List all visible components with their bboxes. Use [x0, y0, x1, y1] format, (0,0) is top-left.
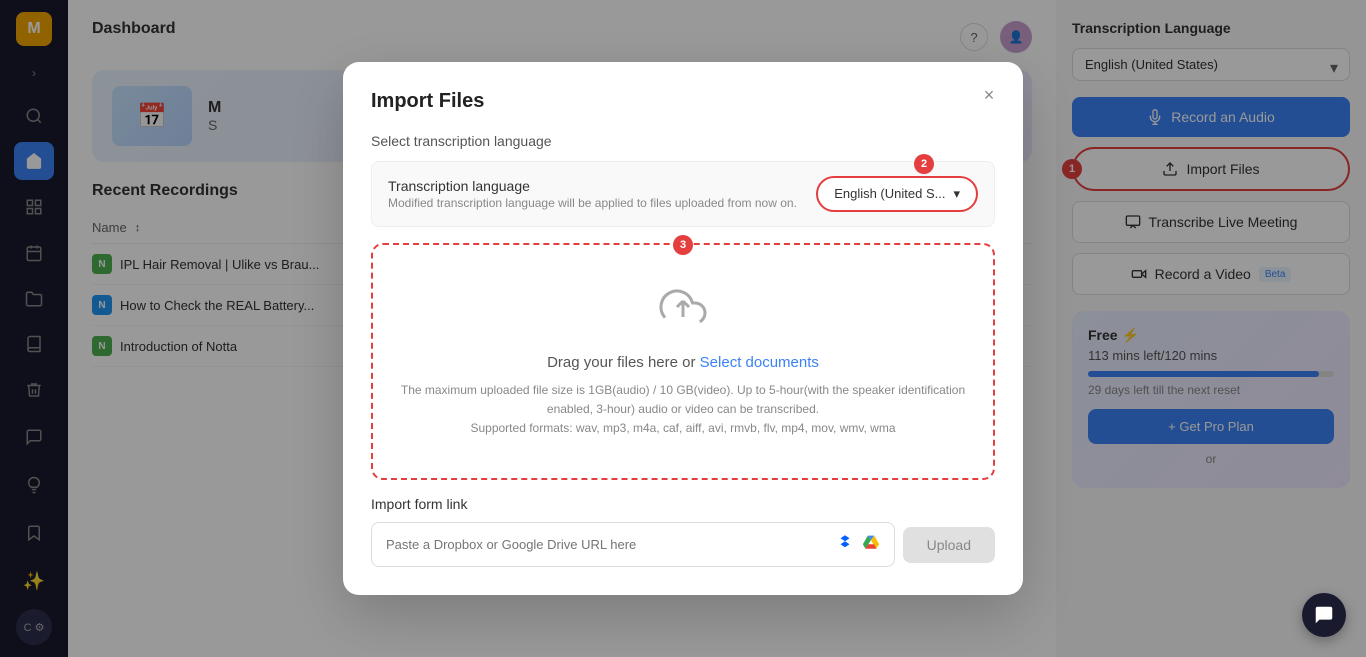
- chat-icon: [1313, 604, 1335, 626]
- chevron-down-icon: ▾: [953, 186, 960, 202]
- import-input-wrapper: [371, 522, 895, 567]
- lang-row: Transcription language Modified transcri…: [371, 161, 995, 227]
- lang-row-sub: Modified transcription language will be …: [388, 196, 797, 210]
- upload-info: The maximum uploaded file size is 1GB(au…: [393, 381, 973, 439]
- upload-text: Drag your files here or Select documents: [393, 354, 973, 371]
- modal-close-button[interactable]: ×: [975, 82, 1003, 110]
- chat-button[interactable]: [1302, 593, 1346, 637]
- upload-button[interactable]: Upload: [903, 527, 995, 563]
- cloud-upload-icon: [393, 285, 973, 342]
- section-label: Select transcription language: [371, 133, 995, 149]
- google-drive-icon: [862, 533, 880, 556]
- step-2-badge: 2: [914, 154, 934, 174]
- upload-zone[interactable]: 3 Drag your files here or Select documen…: [371, 243, 995, 481]
- select-documents-link[interactable]: Select documents: [700, 354, 819, 371]
- import-url-input[interactable]: [386, 537, 828, 552]
- import-link-row: Upload: [371, 522, 995, 567]
- import-files-modal: × Import Files Select transcription lang…: [343, 62, 1023, 596]
- modal-overlay: × Import Files Select transcription lang…: [0, 0, 1366, 657]
- lang-dropdown[interactable]: English (United S... ▾: [816, 176, 978, 212]
- selected-lang: English (United S...: [834, 186, 945, 201]
- step-3-badge: 3: [673, 235, 693, 255]
- lang-row-title: Transcription language: [388, 178, 797, 194]
- import-link-label: Import form link: [371, 496, 995, 512]
- dropbox-icon: [836, 533, 854, 556]
- modal-title: Import Files: [371, 90, 995, 113]
